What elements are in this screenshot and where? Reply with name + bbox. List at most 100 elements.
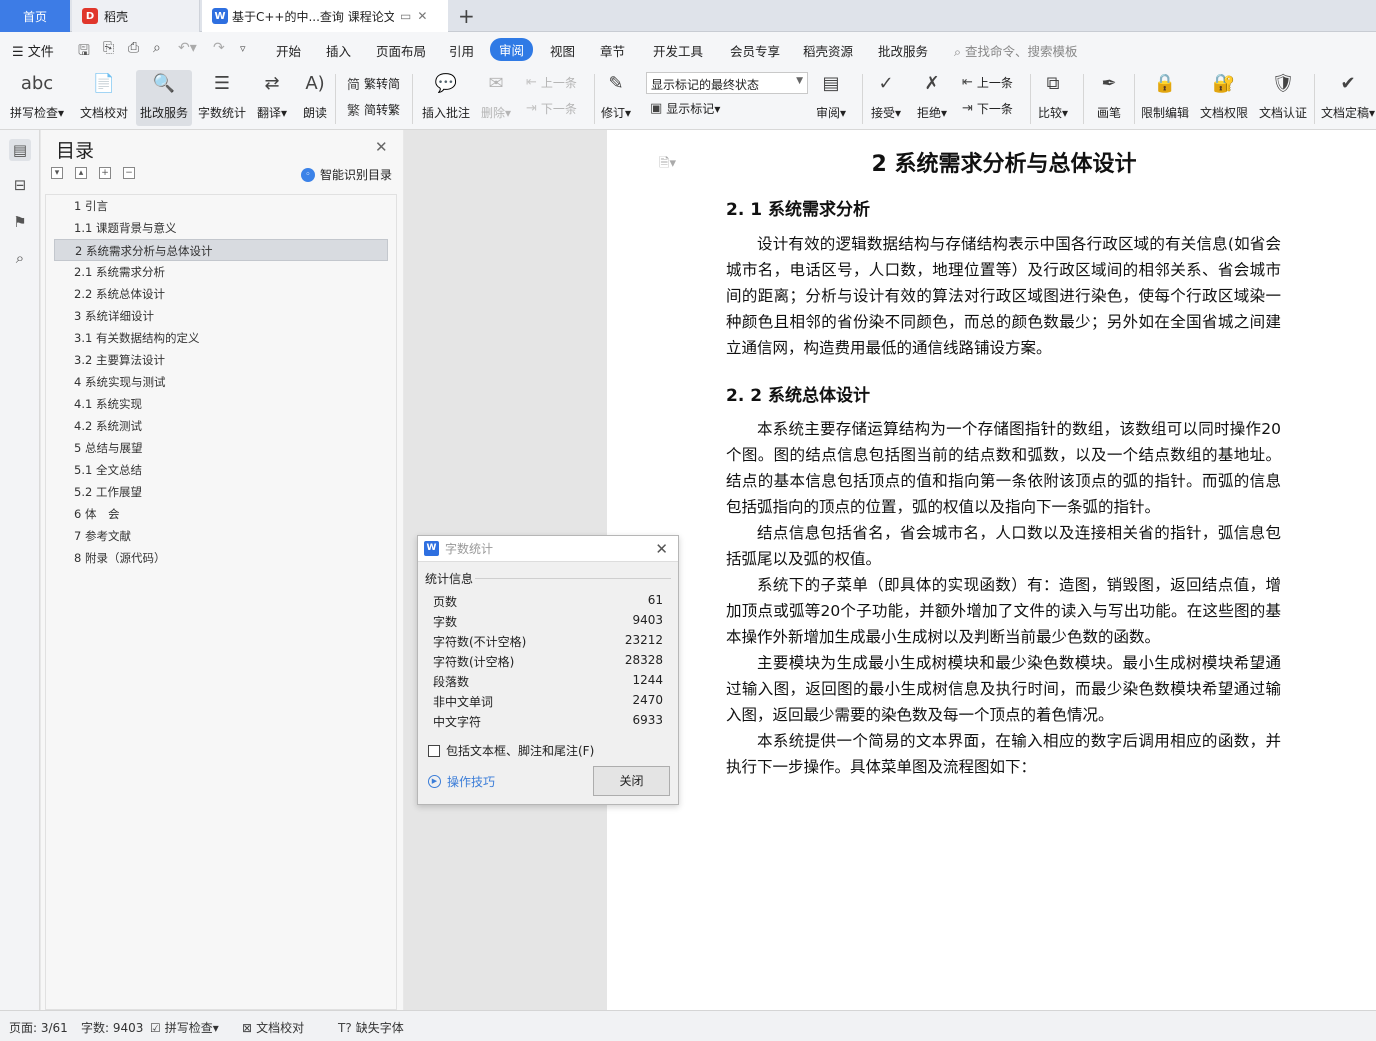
outline-item[interactable]: 6 体 会 <box>46 503 396 525</box>
simp-to-trad-button[interactable]: 繁简转繁 <box>347 100 400 119</box>
compare-button[interactable]: ⧉ 比较▾ <box>1038 70 1068 121</box>
expand-all-icon[interactable]: + <box>99 167 111 179</box>
translate-button[interactable]: ⇄ 翻译▾ <box>257 70 287 121</box>
status-spell-check[interactable]: ☑ 拼写检查 ▾ <box>150 1019 219 1036</box>
collapse-up-icon[interactable]: ▴ <box>75 167 87 179</box>
tab-close-icon[interactable]: ✕ <box>417 9 427 23</box>
trad-to-simp-label: 繁转简 <box>364 77 401 91</box>
doc-heading-1: 2 系统需求分析与总体设计 <box>871 152 1137 177</box>
outline-item[interactable]: 2.2 系统总体设计 <box>46 283 396 305</box>
menu-insert[interactable]: 插入 <box>326 41 351 60</box>
section-icon[interactable]: ⊟ <box>9 174 31 196</box>
outline-item[interactable]: 1 引言 <box>46 195 396 217</box>
insert-comment-button[interactable]: 💬 插入批注 <box>422 70 470 121</box>
close-icon[interactable]: ✕ <box>655 540 668 558</box>
smart-outline-button[interactable]: ◦ 智能识别目录 <box>301 166 392 183</box>
outline-item[interactable]: 2.1 系统需求分析 <box>46 261 396 283</box>
tab-home[interactable]: 首页 <box>0 0 70 32</box>
tips-link[interactable]: ▶ 操作技巧 <box>428 773 495 790</box>
document-page[interactable]: 🗎▾ 2 系统需求分析与总体设计 2. 1 系统需求分析 设计有效的逻辑数据结构… <box>607 130 1376 1010</box>
menu-view[interactable]: 视图 <box>550 41 575 60</box>
reject-button[interactable]: ✗ 拒绝▾ <box>917 70 947 121</box>
outline-item[interactable]: 5.1 全文总结 <box>46 459 396 481</box>
outline-item[interactable]: 1.1 课题背景与意义 <box>46 217 396 239</box>
track-changes-button[interactable]: ✎ 修订▾ <box>601 70 631 121</box>
tips-label: 操作技巧 <box>447 775 496 789</box>
find-icon[interactable]: ⌕ <box>9 247 31 269</box>
spell-check-button[interactable]: abc 拼写检查▾ <box>10 70 64 121</box>
status-proofread[interactable]: ⊠ 文档校对 <box>242 1019 304 1036</box>
export-pdf-icon[interactable]: ⎘ <box>103 40 114 56</box>
accept-button[interactable]: ✓ 接受▾ <box>871 70 901 121</box>
proofread-button[interactable]: 📄 文档校对 <box>80 70 128 121</box>
close-dialog-button[interactable]: 关闭 <box>593 766 670 796</box>
page-indicator[interactable]: 页面: 3/61 <box>9 1019 68 1036</box>
outline-item[interactable]: 7 参考文献 <box>46 525 396 547</box>
outline-item[interactable]: 5 总结与展望 <box>46 437 396 459</box>
dialog-titlebar[interactable]: W 字数统计 ✕ <box>418 536 678 562</box>
restrict-editing-button[interactable]: 🔒 限制编辑 <box>1141 70 1189 121</box>
outline-item[interactable]: 4.1 系统实现 <box>46 393 396 415</box>
menu-references[interactable]: 引用 <box>449 41 474 60</box>
menu-member[interactable]: 会员专享 <box>730 41 780 60</box>
outline-item[interactable]: 5.2 工作展望 <box>46 481 396 503</box>
expand-down-icon[interactable]: ▾ <box>51 167 63 179</box>
menu-correction-service[interactable]: 批改服务 <box>878 41 928 60</box>
outline-item[interactable]: 4.2 系统测试 <box>46 415 396 437</box>
menu-page-layout[interactable]: 页面布局 <box>376 41 426 60</box>
customize-toolbar-icon[interactable]: ▿ <box>240 42 246 55</box>
prev-comment-button[interactable]: ⇤ 上一条 <box>526 74 577 91</box>
bookmark-icon[interactable]: ⚑ <box>9 211 31 233</box>
menu-start[interactable]: 开始 <box>276 41 301 60</box>
read-aloud-button[interactable]: A) 朗读 <box>302 70 328 121</box>
close-icon[interactable]: ✕ <box>375 138 388 156</box>
simp-to-trad-label: 简转繁 <box>364 103 401 117</box>
outline-item[interactable]: 3.2 主要算法设计 <box>46 349 396 371</box>
document-certify-button[interactable]: 🛡 文档认证 <box>1259 70 1307 121</box>
show-markup-icon: ▣ <box>650 101 663 116</box>
outline-item[interactable]: 3.1 有关数据结构的定义 <box>46 327 396 349</box>
next-comment-button[interactable]: ⇥ 下一条 <box>526 100 577 117</box>
stats-row-value: 9403 <box>632 613 663 627</box>
menu-daoke-resources[interactable]: 稻壳资源 <box>803 41 853 60</box>
print-preview-icon[interactable]: ⌕ <box>153 40 161 56</box>
word-count-dialog: W 字数统计 ✕ 统计信息 页数 61 字数 9403 字符数(不计空格) 23212 字符… <box>417 535 679 805</box>
next-change-button[interactable]: ⇥ 下一条 <box>962 100 1013 117</box>
delete-comment-button[interactable]: ✉ 删除▾ <box>481 70 511 121</box>
menu-developer[interactable]: 开发工具 <box>653 41 703 60</box>
outline-icon[interactable]: ▤ <box>9 139 31 161</box>
save-icon[interactable]: 🖫 <box>78 40 90 64</box>
document-finalize-button[interactable]: ✔ 文档定稿▾ <box>1321 70 1375 121</box>
correction-service-button[interactable]: 🔍 批改服务 <box>136 70 192 126</box>
command-search[interactable]: ⌕ 查找命令、搜索模板 <box>954 41 1078 60</box>
word-count-button[interactable]: ☰ 字数统计 <box>198 70 246 121</box>
include-textbox-checkbox[interactable]: 包括文本框、脚注和尾注(F) <box>428 742 594 759</box>
print-icon[interactable]: ⎙ <box>128 40 139 56</box>
review-pane-button[interactable]: ▤ 审阅▾ <box>816 70 846 121</box>
redo-icon[interactable]: ↷ <box>213 40 225 56</box>
collapse-all-icon[interactable]: − <box>123 167 135 179</box>
tab-daoke[interactable]: D 稻壳 <box>72 0 200 32</box>
pen-button[interactable]: ✒ 画笔 <box>1096 70 1122 121</box>
menu-section[interactable]: 章节 <box>600 41 625 60</box>
trad-to-simp-button[interactable]: 简繁转简 <box>347 74 400 93</box>
markup-state-select[interactable]: 显示标记的最终状态 ▼ <box>646 72 808 94</box>
missing-font-button[interactable]: T? 缺失字体 <box>338 1019 404 1036</box>
separator <box>335 74 336 124</box>
outline-item[interactable]: 4 系统实现与测试 <box>46 371 396 393</box>
new-tab-icon[interactable]: + <box>458 4 475 28</box>
document-permission-button[interactable]: 🔐 文档权限 <box>1200 70 1248 121</box>
menu-file[interactable]: ☰ 文件 <box>12 41 54 60</box>
word-count-indicator[interactable]: 字数: 9403 <box>81 1019 143 1036</box>
outline-item[interactable]: 3 系统详细设计 <box>46 305 396 327</box>
proofread-status-icon: ⊠ <box>242 1020 253 1035</box>
outline-item[interactable]: 2 系统需求分析与总体设计 <box>54 239 388 261</box>
tab-document[interactable]: W 基于C++的中...查询 课程论文 ▭ ✕ <box>202 0 448 32</box>
show-markup-button[interactable]: ▣ 显示标记 ▾ <box>650 100 720 117</box>
outline-item[interactable]: 8 附录（源代码） <box>46 547 396 569</box>
prev-change-button[interactable]: ⇤ 上一条 <box>962 74 1013 91</box>
menu-review[interactable]: 审阅 <box>490 38 534 61</box>
stats-row: 字符数(不计空格) 23212 <box>433 633 663 650</box>
tab-float-icon[interactable]: ▭ <box>400 9 411 23</box>
undo-icon[interactable]: ↶▾ <box>178 40 197 56</box>
